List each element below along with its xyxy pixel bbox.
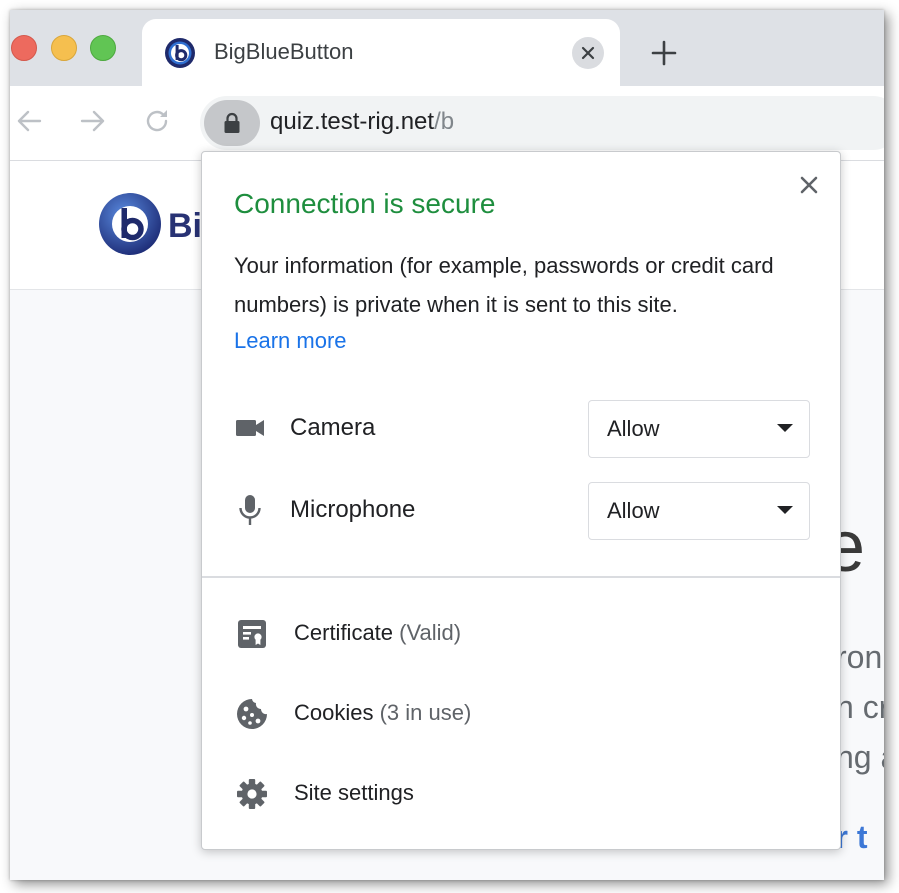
url-path: /b [434, 108, 455, 135]
camera-permission-select[interactable]: Allow [588, 400, 810, 458]
site-info-popup: Connection is secure Your information (f… [201, 151, 841, 850]
cookies-menu-item[interactable]: Cookies (3 in use) [202, 682, 840, 746]
close-window-button[interactable] [11, 35, 37, 61]
tab-bigbluebutton[interactable]: BigBlueButton [142, 19, 620, 86]
page-text-fragment: ng a [836, 739, 884, 775]
browser-toolbar: quiz.test-rig.net/b [10, 86, 884, 161]
microphone-permission-select[interactable]: Allow [588, 482, 810, 540]
tab-title: BigBlueButton [214, 39, 354, 64]
certificate-icon [238, 620, 266, 648]
url-host: quiz.test-rig.net [270, 108, 435, 135]
connection-description: Your information (for example, passwords… [234, 253, 774, 317]
back-arrow-icon[interactable] [14, 106, 44, 136]
certificate-menu-item[interactable]: Certificate (Valid) [202, 602, 840, 666]
tab-close-button[interactable] [572, 37, 604, 69]
camera-icon [236, 420, 264, 436]
connection-status-title: Connection is secure [234, 188, 496, 219]
microphone-permission-label: Microphone [290, 496, 416, 523]
microphone-permission-value: Allow [607, 498, 660, 523]
bigbluebutton-logo [99, 193, 161, 255]
url-text: quiz.test-rig.net/b [270, 108, 454, 136]
bigbluebutton-favicon-icon [165, 38, 195, 68]
site-settings-label: Site settings [294, 780, 414, 805]
dropdown-arrow-icon [777, 506, 793, 514]
address-bar[interactable]: quiz.test-rig.net/b [200, 96, 884, 150]
cookies-count: (3 in use) [379, 700, 472, 725]
certificate-label: Certificate (Valid) [294, 620, 461, 646]
dropdown-arrow-icon [777, 424, 793, 432]
cookie-icon [237, 699, 267, 729]
zoom-window-button[interactable] [90, 35, 116, 61]
reload-icon[interactable] [142, 106, 172, 136]
minimize-window-button[interactable] [51, 35, 77, 61]
close-icon [800, 176, 818, 194]
cookies-label-text: Cookies [294, 700, 374, 725]
certificate-label-text: Certificate [294, 620, 394, 645]
certificate-status: (Valid) [399, 620, 462, 645]
cookies-label: Cookies (3 in use) [294, 700, 471, 726]
gear-icon [237, 779, 267, 809]
new-tab-plus-icon[interactable] [648, 37, 680, 69]
page-text-fragment: ron [836, 639, 883, 675]
learn-more-link[interactable]: Learn more [234, 328, 347, 354]
camera-permission-label: Camera [290, 414, 376, 441]
lock-icon [224, 112, 240, 133]
page-text-fragment: n cr [836, 689, 884, 725]
site-settings-menu-item[interactable]: Site settings [202, 762, 840, 826]
popup-divider [202, 576, 840, 578]
microphone-icon [239, 495, 261, 525]
forward-arrow-icon[interactable] [78, 106, 108, 136]
camera-permission-value: Allow [607, 416, 660, 441]
close-icon [581, 46, 595, 60]
popup-close-button[interactable] [794, 170, 824, 200]
tab-strip: BigBlueButton [10, 10, 884, 86]
site-info-button[interactable] [204, 100, 260, 146]
